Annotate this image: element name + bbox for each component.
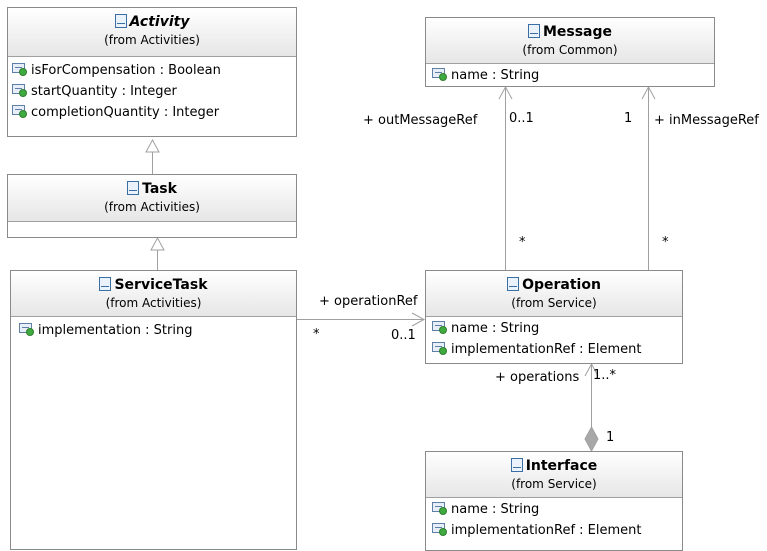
attribute-label: implementationRef : Element [451, 342, 642, 357]
class-service-task-name: ServiceTask [114, 277, 208, 293]
role-in-message-ref: + inMessageRef [654, 113, 759, 128]
class-operation-attributes: name : String implementationRef : Elemen… [426, 317, 682, 360]
class-activity-header: Activity (from Activities) [8, 8, 296, 57]
class-icon [510, 458, 523, 472]
attribute-icon [12, 104, 30, 118]
attribute[interactable]: name : String [432, 499, 682, 520]
role-operations: + operations [495, 370, 580, 385]
class-task[interactable]: Task (from Activities) [7, 174, 297, 238]
attribute[interactable]: isForCompensation : Boolean [12, 60, 296, 81]
attribute-icon [12, 83, 30, 97]
attribute-label: completionQuantity : Integer [31, 105, 220, 120]
class-icon [127, 181, 140, 195]
class-activity-attributes: isForCompensation : Boolean startQuantit… [8, 57, 296, 123]
class-task-name: Task [142, 181, 177, 197]
multiplicity-in-message-target: 1 [624, 111, 633, 126]
multiplicity-in-message-source: * [662, 235, 669, 250]
multiplicity-out-message-target: 0..1 [509, 111, 534, 126]
class-message-name: Message [542, 24, 613, 40]
class-interface-header: Interface (from Service) [426, 452, 682, 498]
class-message-header: Message (from Common) [426, 18, 714, 64]
class-service-task-attributes: implementation : String [11, 317, 296, 341]
class-icon [507, 277, 520, 291]
class-icon [114, 14, 127, 28]
multiplicity-out-message-source: * [519, 235, 526, 250]
class-operation-package: (from Service) [511, 296, 597, 310]
class-task-package: (from Activities) [104, 200, 200, 214]
class-icon [527, 24, 540, 38]
multiplicity-operation-ref-source: * [313, 327, 320, 342]
attribute-label: startQuantity : Integer [31, 84, 177, 99]
attribute[interactable]: name : String [432, 318, 682, 339]
class-operation-header: Operation (from Service) [426, 271, 682, 317]
multiplicity-operations-target: 1..* [593, 368, 617, 383]
attribute-icon [19, 322, 37, 336]
multiplicity-operations-source: 1 [606, 430, 615, 445]
attribute-label: implementationRef : Element [451, 523, 642, 538]
class-activity-package: (from Activities) [104, 33, 200, 47]
composition-diamond [584, 425, 599, 453]
class-task-header: Task (from Activities) [8, 175, 296, 222]
attribute-icon [432, 522, 450, 536]
role-operation-ref: + operationRef [319, 294, 418, 309]
class-interface-attributes: name : String implementationRef : Elemen… [426, 498, 682, 541]
attribute[interactable]: completionQuantity : Integer [12, 102, 296, 123]
class-interface[interactable]: Interface (from Service) name : String i… [425, 451, 683, 551]
class-activity[interactable]: Activity (from Activities) isForCompensa… [7, 7, 297, 137]
multiplicity-operation-ref-target: 0..1 [391, 328, 416, 343]
attribute-icon [432, 501, 450, 515]
attribute-icon [432, 341, 450, 355]
class-message-attributes: name : String [426, 64, 714, 86]
class-operation[interactable]: Operation (from Service) name : String i… [425, 270, 683, 364]
attribute-label: isForCompensation : Boolean [31, 63, 221, 78]
attribute-label: name : String [451, 321, 540, 336]
attribute[interactable]: implementation : String [19, 320, 296, 341]
generalization-servicetask-task [150, 236, 165, 270]
attribute[interactable]: name : String [432, 65, 714, 86]
attribute[interactable]: implementationRef : Element [432, 339, 682, 360]
association-operation-ref [296, 312, 426, 327]
class-icon [99, 277, 112, 291]
generalization-task-activity [145, 138, 160, 174]
class-message-package: (from Common) [522, 43, 618, 57]
attribute[interactable]: startQuantity : Integer [12, 81, 296, 102]
attribute-icon [12, 62, 30, 76]
class-service-task-header: ServiceTask (from Activities) [11, 271, 296, 317]
attribute-label: implementation : String [38, 323, 193, 338]
class-operation-name: Operation [522, 277, 601, 293]
class-interface-package: (from Service) [511, 477, 597, 491]
class-message[interactable]: Message (from Common) name : String [425, 17, 715, 87]
attribute-label: name : String [451, 502, 540, 517]
role-out-message-ref: + outMessageRef [363, 113, 478, 128]
class-service-task-package: (from Activities) [105, 296, 202, 310]
attribute-icon [432, 320, 450, 334]
attribute-icon [432, 67, 450, 81]
attribute[interactable]: implementationRef : Element [432, 520, 682, 541]
class-service-task[interactable]: ServiceTask (from Activities) implementa… [10, 270, 297, 550]
class-interface-name: Interface [525, 458, 598, 474]
class-activity-name: Activity [129, 14, 190, 30]
attribute-label: name : String [451, 68, 540, 83]
